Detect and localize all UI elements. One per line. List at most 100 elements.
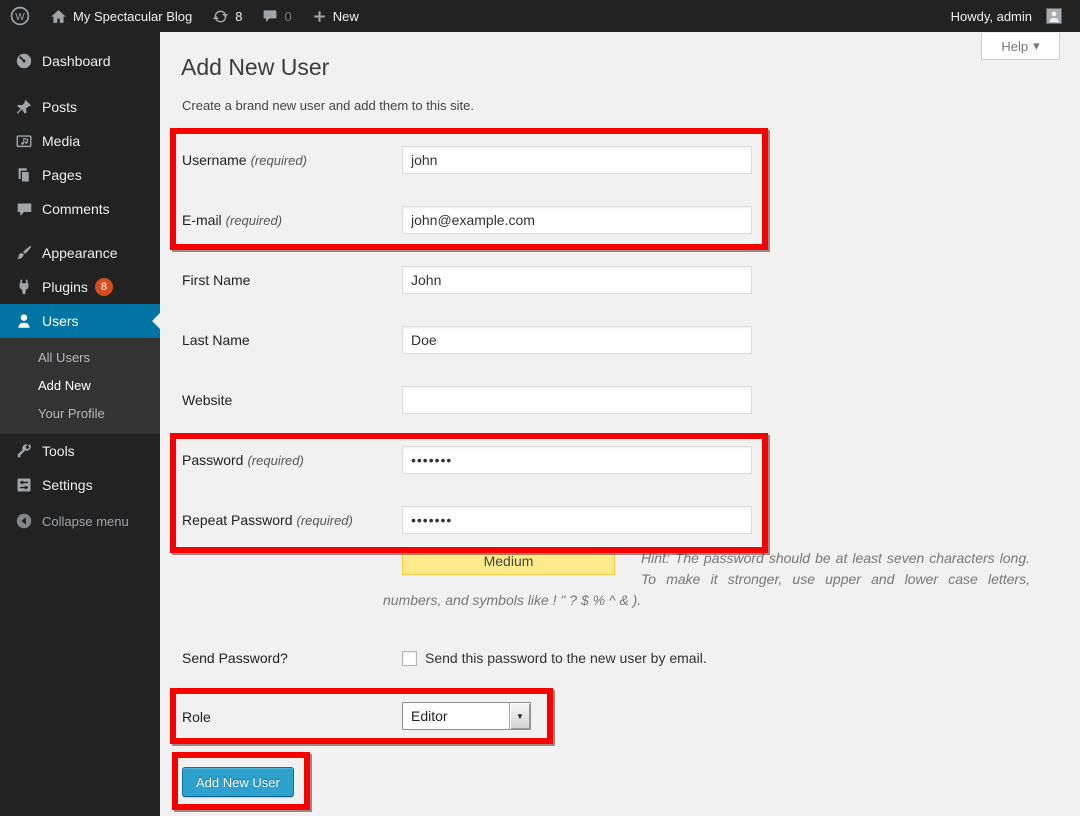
dropdown-arrow-icon: ▼ <box>509 703 530 729</box>
svg-text:W: W <box>15 12 25 23</box>
users-submenu: All Users Add New Your Profile <box>0 338 160 434</box>
admin-toolbar-right: Howdy, admin <box>941 0 1080 32</box>
sidebar-item-users[interactable]: Users <box>0 304 160 338</box>
page-subtitle: Create a brand new user and add them to … <box>182 98 474 113</box>
submenu-item-add-new[interactable]: Add New <box>0 372 160 400</box>
sidebar-item-label: Dashboard <box>42 53 111 69</box>
page-title: Add New User <box>181 54 329 80</box>
username-input[interactable] <box>402 146 752 174</box>
admin-toolbar: W My Spectacular Blog 8 <box>0 0 1080 32</box>
sidebar-item-label: Tools <box>42 443 75 459</box>
sidebar-item-dashboard[interactable]: Dashboard <box>0 44 160 78</box>
send-password-checkbox[interactable] <box>402 651 417 666</box>
website-label: Website <box>182 386 392 414</box>
user-avatar <box>1046 8 1062 24</box>
active-menu-arrow <box>144 313 160 329</box>
plugins-update-badge: 8 <box>95 278 113 296</box>
sidebar-item-plugins[interactable]: Plugins 8 <box>0 270 160 304</box>
sidebar-item-settings[interactable]: Settings <box>0 468 160 502</box>
password-label: Password (required) <box>182 446 392 474</box>
wrench-icon <box>14 441 34 461</box>
site-name-label: My Spectacular Blog <box>73 9 192 24</box>
role-selected-value: Editor <box>403 703 509 729</box>
strength-meter-wrap: Medium <box>402 548 615 578</box>
sidebar-item-label: Plugins <box>42 279 88 295</box>
media-icon <box>14 131 34 151</box>
sliders-icon <box>14 475 34 495</box>
wordpress-admin-screen: W My Spectacular Blog 8 <box>0 0 1080 816</box>
username-label: Username (required) <box>182 146 392 174</box>
pages-icon <box>14 165 34 185</box>
howdy-label: Howdy, admin <box>951 9 1032 24</box>
email-label-text: E-mail <box>182 212 222 228</box>
updates-icon <box>212 8 229 25</box>
submenu-item-all-users[interactable]: All Users <box>0 344 160 372</box>
role-select[interactable]: Editor ▼ <box>402 702 531 730</box>
repeat-password-input[interactable] <box>402 506 752 534</box>
main-content: Help ▾ Add New User Create a brand new u… <box>160 32 1080 816</box>
admin-toolbar-left: W My Spectacular Blog 8 <box>0 0 369 32</box>
comments-link[interactable]: 0 <box>252 0 301 32</box>
required-note: (required) <box>247 453 303 468</box>
sidebar-item-tools[interactable]: Tools <box>0 434 160 468</box>
last-name-label: Last Name <box>182 326 392 354</box>
admin-menu: Dashboard Posts Media Pages <box>0 32 160 502</box>
repeat-password-label-text: Repeat Password <box>182 512 293 528</box>
comment-bubble-icon <box>262 8 278 24</box>
repeat-password-label: Repeat Password(required) <box>182 506 392 534</box>
wordpress-logo-icon: W <box>10 6 30 26</box>
new-content-label: New <box>333 9 359 24</box>
user-icon <box>14 311 34 331</box>
sidebar-item-comments[interactable]: Comments <box>0 192 160 226</box>
email-label: E-mail (required) <box>182 206 392 234</box>
pushpin-icon <box>14 97 34 117</box>
menu-separator <box>0 78 160 90</box>
required-note: (required) <box>251 153 307 168</box>
sidebar-item-label: Users <box>42 313 79 329</box>
sidebar-item-label: Posts <box>42 99 77 115</box>
sidebar-item-label: Pages <box>42 167 82 183</box>
help-label: Help <box>1001 39 1028 54</box>
my-account-link[interactable]: Howdy, admin <box>941 0 1072 32</box>
password-strength-section: Medium Hint: The password should be at l… <box>383 548 1030 611</box>
chevron-down-icon: ▾ <box>1033 38 1040 54</box>
username-label-text: Username <box>182 152 247 168</box>
updates-count: 8 <box>235 9 242 24</box>
sidebar-item-appearance[interactable]: Appearance <box>0 236 160 270</box>
new-content-link[interactable]: New <box>302 0 369 32</box>
sidebar-item-label: Settings <box>42 477 93 493</box>
send-password-row: Send this password to the new user by em… <box>402 644 707 672</box>
send-password-checkbox-label: Send this password to the new user by em… <box>425 650 707 666</box>
comments-count: 0 <box>284 9 291 24</box>
collapse-arrow-icon <box>14 511 34 531</box>
sidebar-item-media[interactable]: Media <box>0 124 160 158</box>
comments-icon <box>14 199 34 219</box>
password-label-text: Password <box>182 452 243 468</box>
wordpress-logo-menu[interactable]: W <box>0 0 40 32</box>
role-label: Role <box>182 703 392 731</box>
menu-separator <box>0 226 160 236</box>
sidebar-item-posts[interactable]: Posts <box>0 90 160 124</box>
collapse-menu-label: Collapse menu <box>42 514 129 529</box>
admin-sidebar: Dashboard Posts Media Pages <box>0 32 160 816</box>
updates-link[interactable]: 8 <box>202 0 252 32</box>
site-name-link[interactable]: My Spectacular Blog <box>40 0 202 32</box>
website-input[interactable] <box>402 386 752 414</box>
send-password-label: Send Password? <box>182 644 392 672</box>
required-note: (required) <box>226 213 282 228</box>
password-input[interactable] <box>402 446 752 474</box>
sidebar-item-label: Comments <box>42 201 110 217</box>
plus-icon <box>312 9 327 24</box>
add-new-user-button[interactable]: Add New User <box>182 767 294 797</box>
help-tab-button[interactable]: Help ▾ <box>981 33 1060 60</box>
email-input[interactable] <box>402 206 752 234</box>
first-name-input[interactable] <box>402 266 752 294</box>
collapse-menu-button[interactable]: Collapse menu <box>0 504 160 538</box>
submenu-item-your-profile[interactable]: Your Profile <box>0 400 160 428</box>
sidebar-item-pages[interactable]: Pages <box>0 158 160 192</box>
sidebar-item-label: Media <box>42 133 80 149</box>
last-name-input[interactable] <box>402 326 752 354</box>
dashboard-gauge-icon <box>14 51 34 71</box>
plugin-icon <box>14 277 34 297</box>
paintbrush-icon <box>14 243 34 263</box>
